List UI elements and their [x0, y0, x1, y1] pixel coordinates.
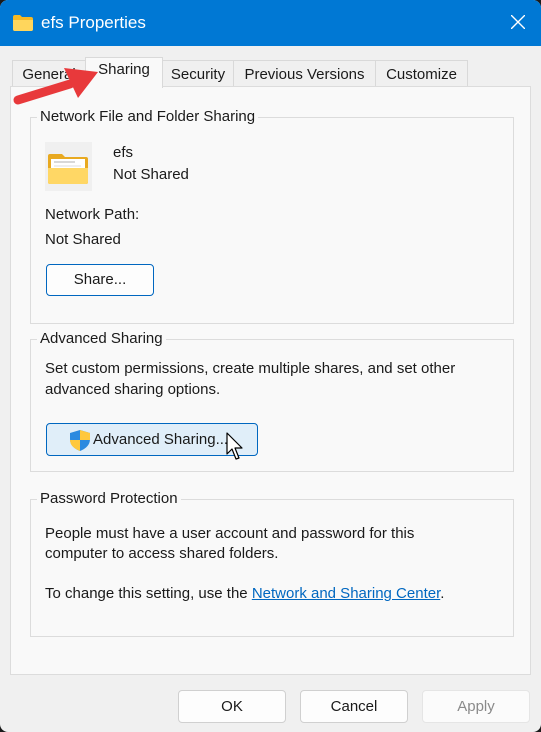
change-setting-prefix: To change this setting, use the [45, 585, 252, 602]
tab-label: Sharing [98, 61, 150, 78]
uac-shield-icon [70, 430, 90, 451]
folder-name: efs [113, 144, 134, 161]
network-path-label: Network Path: [45, 206, 140, 223]
advanced-sharing-description-2: advanced sharing options. [45, 381, 221, 398]
tab-label: Previous Versions [244, 66, 365, 83]
title-bar: efs Properties [0, 0, 541, 46]
close-icon [511, 15, 525, 29]
password-protection-group: Password Protection People must have a u… [30, 490, 514, 637]
folder-thumbnail [45, 142, 92, 191]
tab-customize[interactable]: Customize [375, 60, 468, 86]
close-button[interactable] [494, 0, 541, 46]
sharing-panel: Network File and Folder Sharing efs Not … [10, 86, 531, 675]
change-setting-suffix: . [440, 585, 445, 602]
group-title: Password Protection [37, 490, 181, 507]
mouse-cursor-icon [226, 432, 243, 460]
change-setting-text: To change this setting, use the Network … [45, 584, 444, 604]
cancel-button[interactable]: Cancel [300, 690, 408, 723]
tab-label: Security [170, 66, 226, 83]
annotation-arrow-icon [13, 68, 98, 105]
group-title: Advanced Sharing [37, 330, 166, 347]
properties-dialog: efs Properties General Sharing Security … [0, 0, 541, 732]
window-title: efs Properties [41, 13, 146, 32]
network-sharing-center-link[interactable]: Network and Sharing Center [252, 585, 440, 602]
tab-previous-versions[interactable]: Previous Versions [233, 60, 376, 86]
network-sharing-group: Network File and Folder Sharing efs Not … [30, 108, 514, 324]
advanced-sharing-description-1: Set custom permissions, create multiple … [45, 360, 456, 377]
apply-button[interactable]: Apply [422, 690, 530, 723]
ok-button[interactable]: OK [178, 690, 286, 723]
share-button[interactable]: Share... [46, 264, 154, 296]
folder-icon [13, 15, 33, 31]
folder-icon [48, 154, 88, 184]
password-description-1: People must have a user account and pass… [45, 525, 415, 542]
tab-security[interactable]: Security [162, 60, 234, 86]
group-title: Network File and Folder Sharing [37, 108, 259, 125]
tab-label: Customize [386, 66, 457, 83]
advanced-sharing-group: Advanced Sharing Set custom permissions,… [30, 330, 514, 472]
folder-status: Not Shared [113, 166, 189, 183]
advanced-sharing-button-label: Advanced Sharing... [93, 431, 229, 448]
password-description-2: computer to access shared folders. [45, 545, 279, 562]
network-path-value: Not Shared [45, 231, 121, 248]
